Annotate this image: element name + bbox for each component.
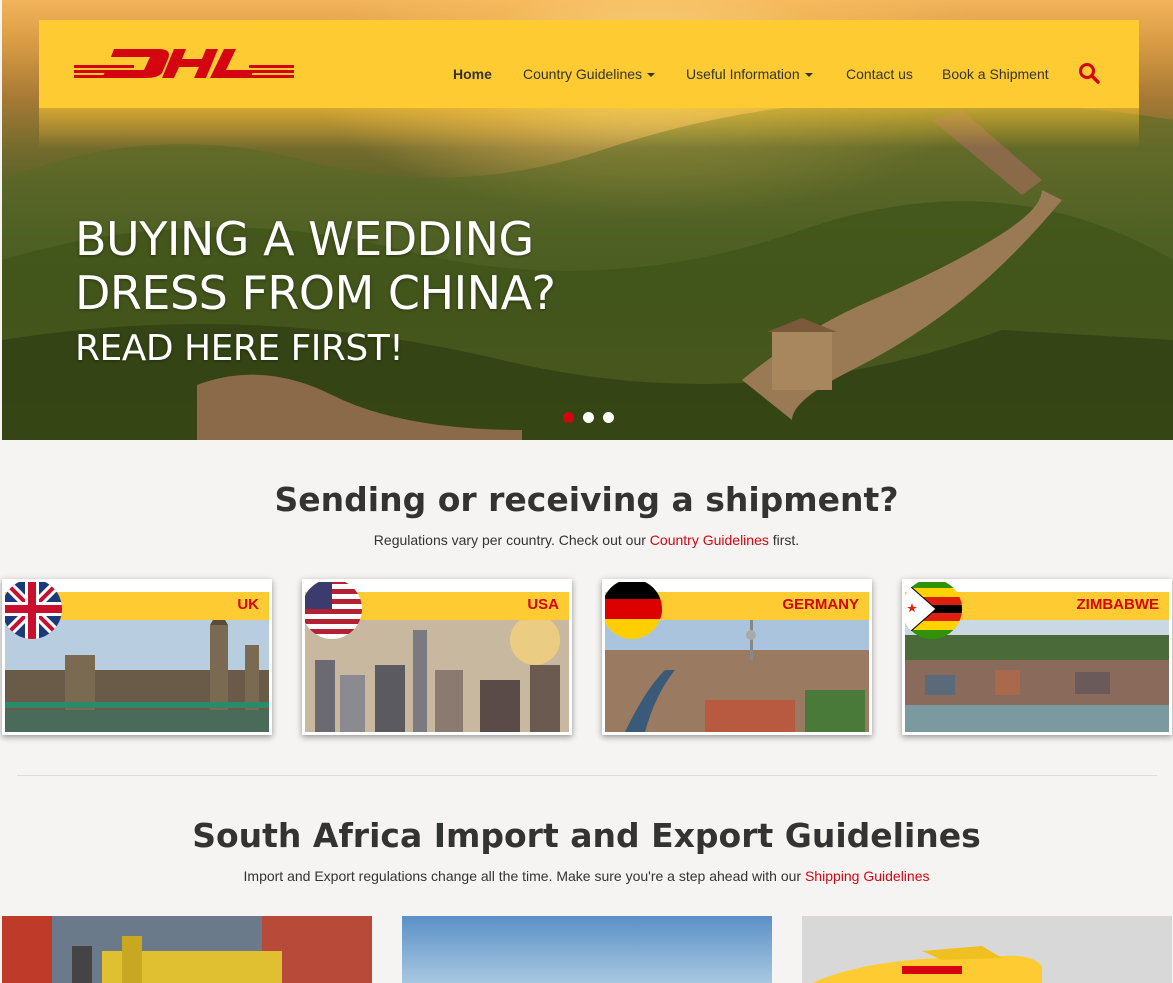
shipment-subtitle-text: Regulations vary per country. Check out …	[373, 532, 650, 548]
card-image: ZIMBABWE	[905, 582, 1169, 732]
search-icon[interactable]	[1078, 62, 1100, 84]
country-label: GERMANY	[782, 596, 859, 613]
berlin-skyline-image	[605, 620, 869, 732]
nav-book-shipment[interactable]: Book a Shipment	[942, 66, 1049, 82]
guidelines-section-title: South Africa Import and Export Guideline…	[192, 816, 981, 855]
zimbabwe-village-image	[905, 620, 1169, 732]
carousel-dot-3[interactable]	[603, 412, 614, 423]
shipment-subtitle-end: first.	[768, 532, 800, 548]
nav-country-guidelines-label: Country Guidelines	[523, 66, 643, 82]
country-guidelines-link[interactable]: Country Guidelines	[650, 532, 769, 548]
country-label: ZIMBABWE	[1076, 596, 1160, 613]
shipping-guidelines-link[interactable]: Shipping Guidelines	[805, 868, 930, 884]
navbar: Home Country Guidelines Useful Informati…	[39, 20, 1139, 108]
new-york-skyline-image	[305, 620, 569, 732]
caret-down-icon	[804, 73, 813, 78]
guidelines-section-subtitle: Import and Export regulations change all…	[0, 868, 1173, 884]
guide-card-import[interactable]	[2, 916, 372, 983]
section-divider	[17, 775, 1157, 776]
guide-card-air[interactable]	[802, 916, 1172, 983]
nav-country-guidelines[interactable]: Country Guidelines	[523, 66, 656, 82]
shipment-section-subtitle: Regulations vary per country. Check out …	[0, 532, 1173, 548]
hero-title-line2: DRESS FROM CHINA?	[75, 266, 556, 320]
country-label: UK	[237, 596, 259, 613]
card-image: GERMANY	[605, 582, 869, 732]
card-image: UK	[5, 582, 269, 732]
nav-home[interactable]: Home	[453, 66, 492, 82]
hero-subtitle[interactable]: READ HERE FIRST!	[75, 326, 404, 372]
country-label: USA	[527, 596, 559, 613]
caret-down-icon	[647, 73, 656, 78]
country-card-zimbabwe[interactable]: ZIMBABWE	[902, 579, 1172, 735]
shipment-section-title: Sending or receiving a shipment?	[274, 480, 899, 519]
port-crane-image	[2, 916, 372, 983]
country-card-germany[interactable]: GERMANY	[602, 579, 872, 735]
hero-headline[interactable]: BUYING A WEDDING DRESS FROM CHINA?	[75, 212, 556, 320]
navbar-fade	[39, 108, 1139, 148]
guide-card-export[interactable]	[402, 916, 772, 983]
main-nav: Home Country Guidelines Useful Informati…	[39, 20, 1139, 108]
nav-useful-information[interactable]: Useful Information	[686, 66, 813, 82]
country-card-usa[interactable]: USA	[302, 579, 572, 735]
guidelines-subtitle-text: Import and Export regulations change all…	[243, 868, 805, 884]
nav-contact-us[interactable]: Contact us	[846, 66, 913, 82]
hero-banner[interactable]: Home Country Guidelines Useful Informati…	[2, 0, 1173, 440]
hero-title-line1: BUYING A WEDDING	[75, 212, 534, 266]
nav-useful-information-label: Useful Information	[686, 66, 800, 82]
carousel-dot-1[interactable]	[563, 412, 574, 423]
london-skyline-image	[5, 620, 269, 732]
country-card-uk[interactable]: UK	[2, 579, 272, 735]
card-image: USA	[305, 582, 569, 732]
sky-image	[402, 916, 772, 983]
dhl-plane-image	[802, 916, 1172, 983]
carousel-dot-2[interactable]	[583, 412, 594, 423]
